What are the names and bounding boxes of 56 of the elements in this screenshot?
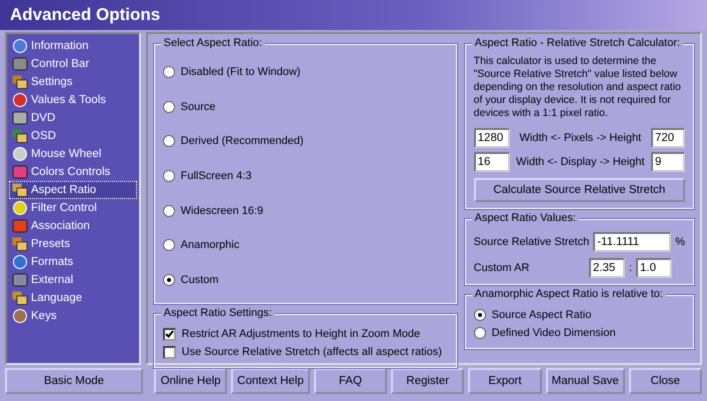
width-field[interactable]: 1280 (474, 128, 510, 148)
footer-button[interactable]: Close (628, 368, 702, 394)
sidebar-item[interactable]: Colors Controls (9, 163, 137, 181)
radio-option[interactable]: Anamorphic (162, 228, 448, 262)
sidebar-item[interactable]: Mouse Wheel (9, 145, 137, 163)
field-label: Width <- Pixels -> Height (520, 132, 642, 144)
footer-button[interactable]: Export (468, 368, 542, 394)
sidebar-item[interactable]: External (9, 271, 137, 289)
group-title: Aspect Ratio - Relative Stretch Calculator: (472, 37, 684, 49)
checkbox-option[interactable]: Use Source Relative Stretch (affects all aspect ratios) (162, 343, 448, 361)
sidebar-item[interactable]: Aspect Ratio (9, 181, 137, 199)
group-title: Select Aspect Ratio: (160, 37, 266, 49)
footer-button[interactable]: Online Help (154, 368, 228, 394)
footer-button[interactable]: FAQ (314, 368, 388, 394)
stretch-field[interactable]: -11.1111 (593, 232, 672, 252)
radio-option[interactable]: Source Aspect Ratio (474, 306, 685, 324)
field-label: Custom AR (474, 262, 530, 274)
sidebar-item[interactable]: DVD (9, 109, 137, 127)
radio-option[interactable]: Defined Video Dimension (474, 324, 685, 342)
separator-label: : (628, 262, 632, 274)
sidebar-item[interactable]: Presets (9, 235, 137, 253)
window-title: Advanced Options (0, 0, 707, 30)
group-title: Aspect Ratio Values: (472, 212, 579, 224)
unit-label: % (675, 236, 685, 248)
calculate-button[interactable]: Calculate Source Relative Stretch (474, 178, 685, 202)
radio-option[interactable]: FullScreen 4:3 (162, 158, 448, 194)
sidebar-item[interactable]: Keys (9, 307, 137, 325)
group-title: Anamorphic Aspect Ratio is relative to: (472, 288, 666, 300)
custom-height-field[interactable]: 1.0 (636, 258, 672, 278)
custom-width-field[interactable]: 2.35 (588, 258, 625, 278)
radio-option[interactable]: Widescreen 16:9 (162, 193, 448, 228)
field-label: Width <- Display -> Height (516, 156, 645, 168)
group-title: Aspect Ratio Settings: (160, 307, 275, 319)
sidebar-item[interactable]: Information (9, 37, 137, 55)
width-field[interactable]: 16 (474, 152, 510, 172)
footer-button[interactable]: Manual Save (546, 368, 625, 394)
radio-option[interactable]: Source (162, 90, 448, 124)
sidebar-item[interactable]: Control Bar (9, 55, 137, 73)
sidebar-item[interactable]: Association (9, 217, 137, 235)
field-label: Source Relative Stretch (474, 236, 590, 248)
radio-option[interactable]: Derived (Recommended) (162, 124, 448, 159)
footer-button[interactable]: Register (391, 368, 464, 394)
sidebar-item[interactable]: Language (9, 289, 137, 307)
checkbox-option[interactable]: Restrict AR Adjustments to Height in Zoom Mode (162, 325, 448, 343)
sidebar-item[interactable]: Values & Tools (9, 91, 137, 109)
sidebar-item[interactable]: Filter Control (9, 199, 137, 217)
sidebar-item[interactable]: Formats (9, 253, 137, 271)
description-text: This calculator is used to determine the "Source Relative Stretch" value listed below depending on the resolution and aspect ratio of your display device. It is not required for devices with a 1:1 pixel ratio. (474, 55, 682, 120)
height-field[interactable]: 720 (651, 128, 685, 148)
sidebar-item[interactable]: Settings (9, 73, 137, 91)
radio-option[interactable]: Custom (162, 262, 448, 298)
sidebar-item[interactable]: OSD (9, 127, 137, 145)
footer-button[interactable]: Context Help (231, 368, 310, 394)
radio-option[interactable]: Disabled (Fit to Window) (162, 55, 448, 90)
basic-mode-button[interactable]: Basic Mode (5, 368, 143, 394)
height-field[interactable]: 9 (650, 152, 685, 172)
